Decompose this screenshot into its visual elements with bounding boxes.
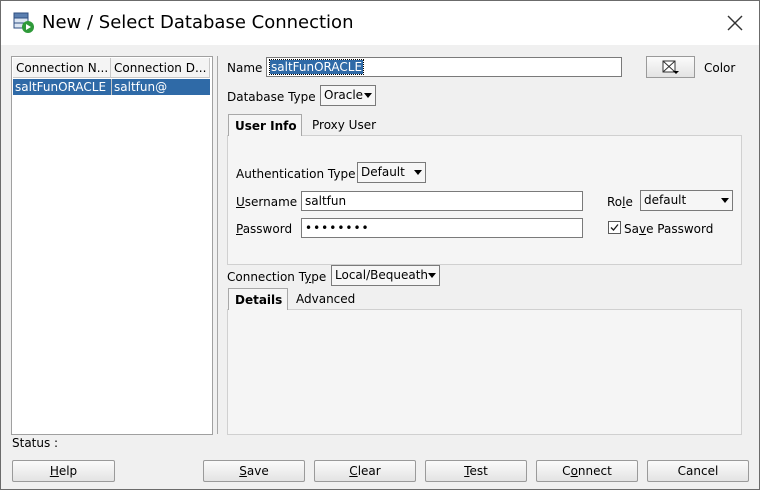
auth-type-label: Authentication Type: [236, 167, 356, 181]
name-value: saltFunORACLE: [268, 59, 365, 75]
close-icon[interactable]: [723, 11, 747, 35]
connection-type-value: Local/Bequeath: [335, 268, 429, 282]
tab-proxy-user[interactable]: Proxy User: [306, 114, 382, 136]
role-value: default: [644, 193, 687, 207]
password-field[interactable]: ••••••••: [301, 218, 583, 238]
tab-details[interactable]: Details: [228, 288, 288, 310]
tab-user-info[interactable]: User Info: [228, 114, 302, 136]
splitter[interactable]: [217, 56, 218, 434]
help-button[interactable]: Help: [12, 460, 115, 482]
database-type-select[interactable]: Oracle: [320, 85, 376, 106]
save-button[interactable]: Save: [203, 460, 305, 482]
color-button[interactable]: [646, 56, 695, 78]
role-label: Role: [607, 195, 633, 209]
color-label: Color: [704, 61, 736, 75]
title-bar: New / Select Database Connection: [1, 1, 759, 45]
save-password-checkbox[interactable]: [608, 221, 621, 234]
connection-details-cell: saltfun@: [111, 79, 210, 95]
username-field[interactable]: saltfun: [301, 191, 583, 211]
connection-type-select[interactable]: Local/Bequeath: [331, 265, 440, 286]
connection-name-cell: saltFunORACLE: [15, 80, 107, 94]
connect-button[interactable]: Connect: [536, 460, 638, 482]
chevron-down-icon: [414, 170, 422, 175]
connection-type-label: Connection Type: [227, 270, 327, 284]
name-label: Name: [227, 61, 263, 75]
database-connection-icon: [13, 12, 34, 33]
name-field[interactable]: saltFunORACLE: [266, 57, 622, 77]
database-type-label: Database Type: [227, 90, 316, 104]
cancel-button[interactable]: Cancel: [647, 460, 749, 482]
auth-type-select[interactable]: Default: [357, 162, 426, 183]
password-label: Password: [236, 222, 293, 236]
save-password-label[interactable]: Save Password: [624, 222, 713, 236]
database-type-value: Oracle: [324, 88, 364, 102]
auth-type-value: Default: [361, 165, 405, 179]
dialog-window: New / Select Database Connection Connect…: [0, 0, 760, 490]
tab-advanced[interactable]: Advanced: [290, 288, 361, 310]
column-header-connection-details[interactable]: Connection D...: [111, 58, 210, 78]
color-picker-icon: [662, 60, 679, 74]
checkmark-icon: [610, 224, 619, 231]
chevron-down-icon: [721, 198, 729, 203]
clear-button[interactable]: Clear: [314, 460, 416, 482]
table-row[interactable]: saltFunORACLE saltfun@: [13, 79, 210, 95]
status-label: Status :: [12, 436, 59, 450]
connection-list[interactable]: Connection N... Connection D... saltFunO…: [11, 56, 213, 435]
role-select[interactable]: default: [640, 190, 733, 211]
details-panel: [227, 309, 742, 435]
column-header-connection-name[interactable]: Connection N...: [13, 58, 111, 78]
test-button[interactable]: Test: [425, 460, 527, 482]
chevron-down-icon: [428, 273, 436, 278]
window-title: New / Select Database Connection: [42, 12, 354, 33]
chevron-down-icon: [364, 93, 372, 98]
username-label: Username: [236, 195, 298, 209]
